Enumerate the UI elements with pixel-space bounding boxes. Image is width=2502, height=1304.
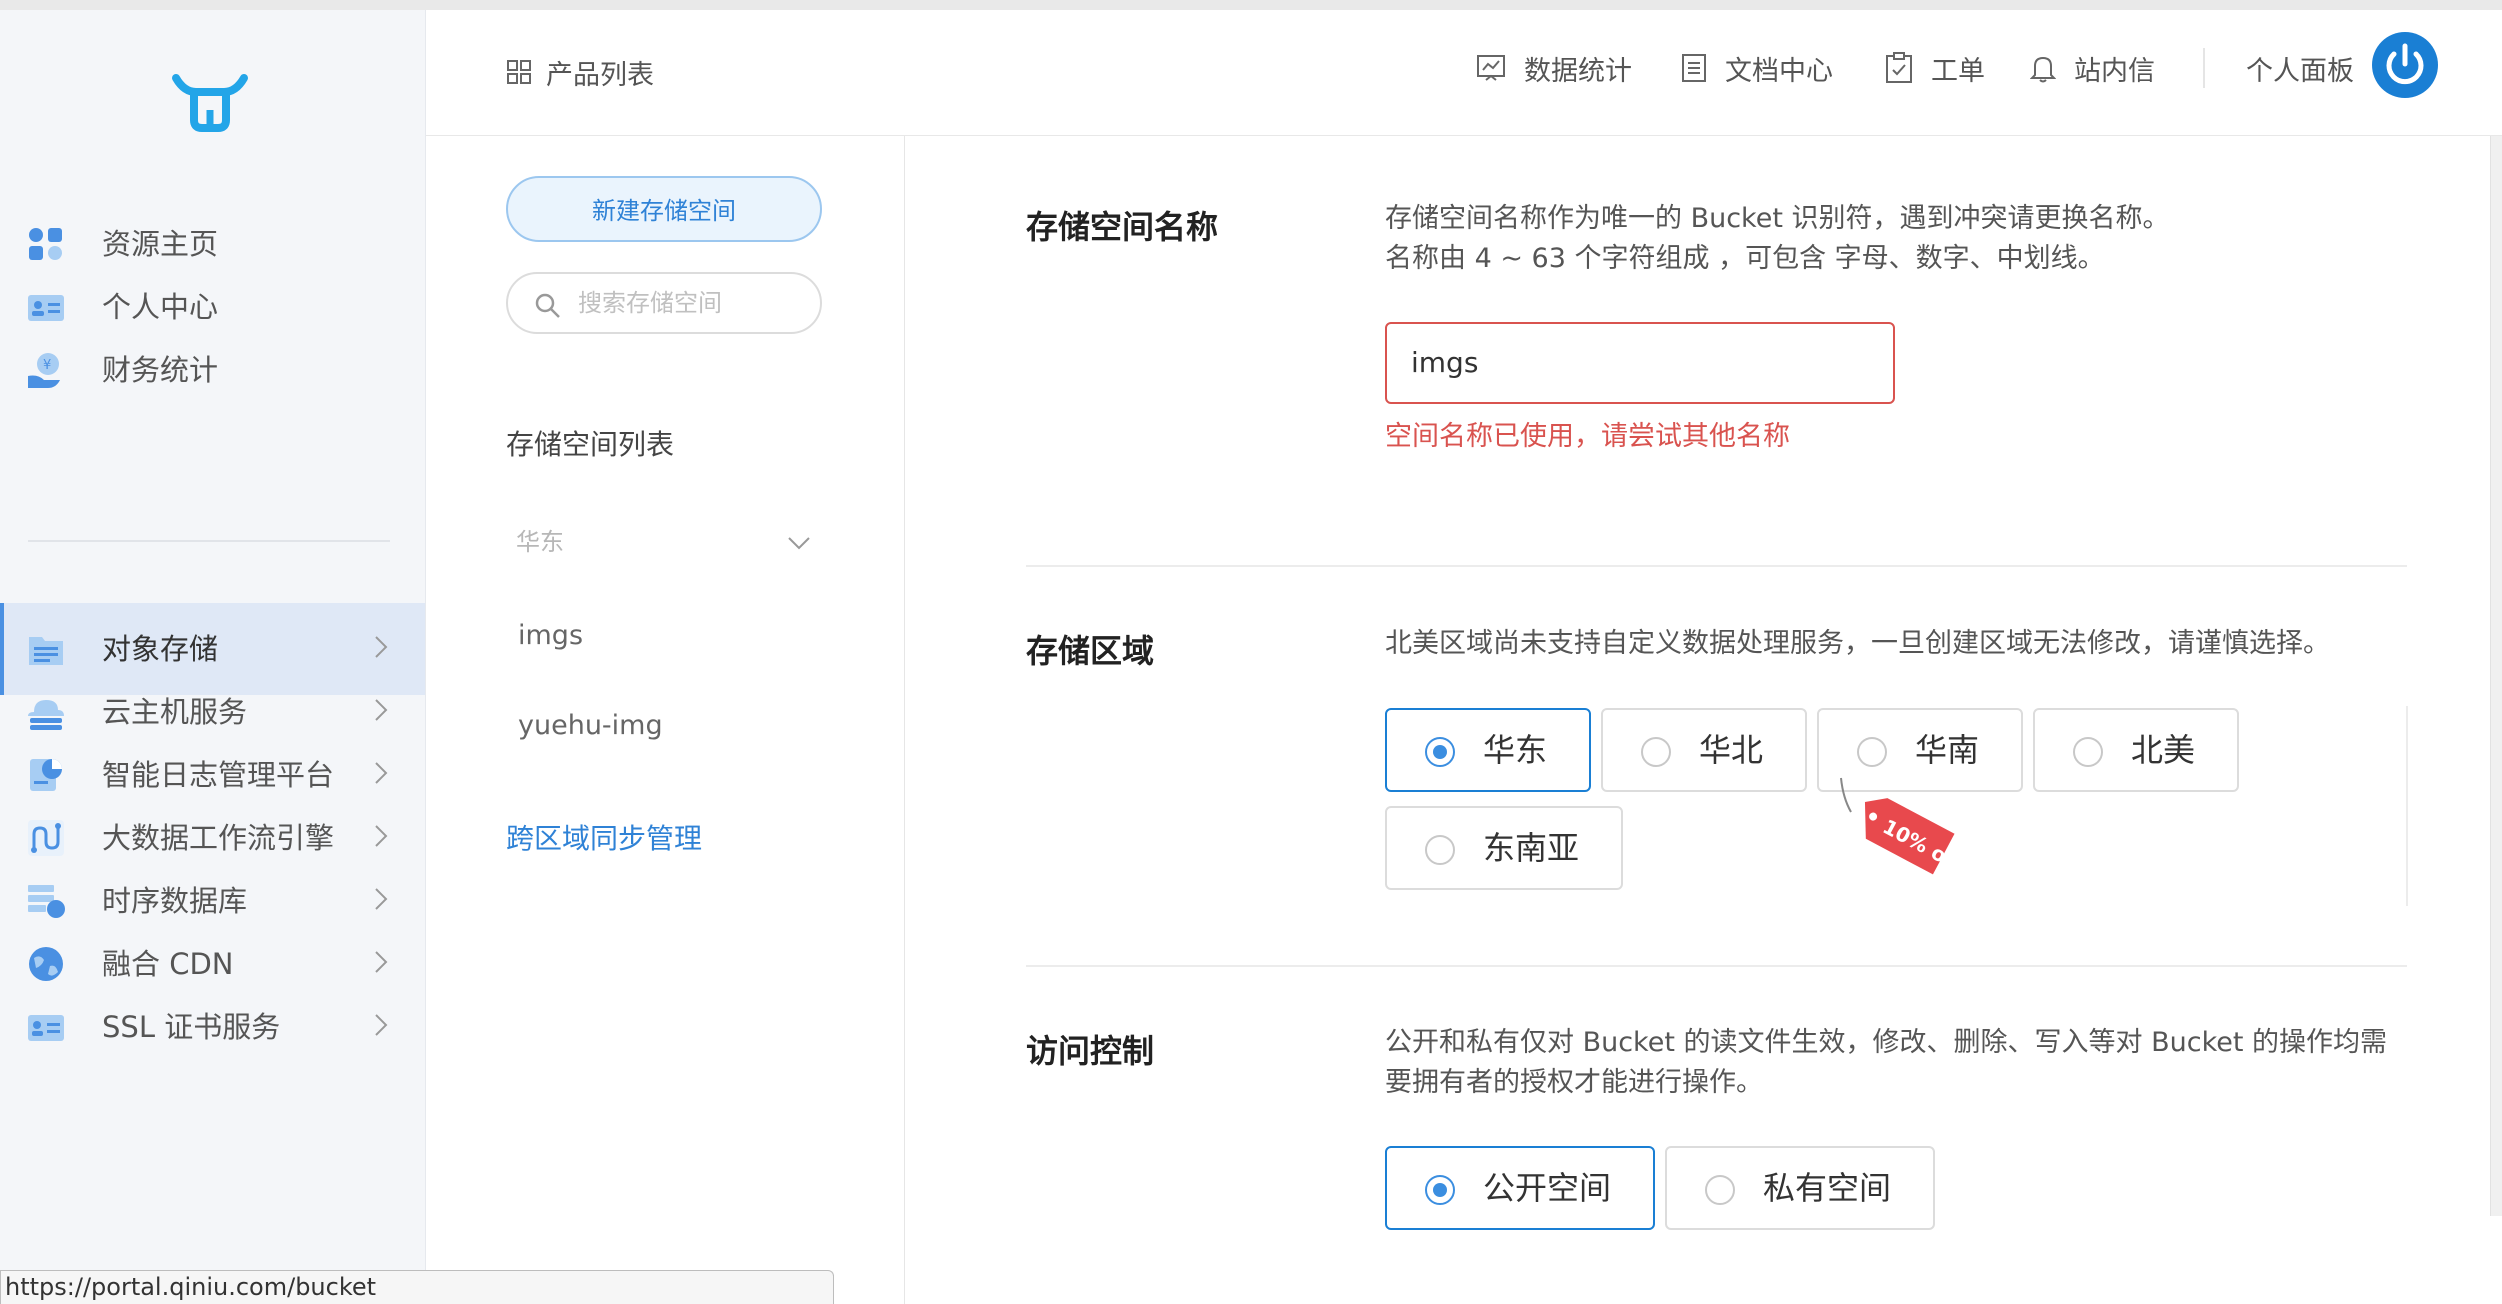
radio-dot [1641, 737, 1671, 767]
radio-dot [1705, 1175, 1735, 1205]
workflow-icon [28, 820, 64, 856]
bucket-name-error: 空间名称已使用，请尝试其他名称 [1385, 421, 1790, 452]
chevron-right-icon [375, 1014, 388, 1036]
region-right-border [2406, 706, 2408, 906]
finance-icon: ¥ [28, 353, 60, 388]
radio-label: 华北 [1699, 731, 1764, 769]
nav-label: 工单 [1931, 55, 1985, 87]
promo-tag-icon: 10% off [1840, 777, 1966, 876]
chevron-right-icon [375, 699, 388, 721]
chevron-right-icon [375, 951, 388, 973]
personal-panel-label: 个人面板 [2246, 55, 2354, 87]
radio-label: 北美 [2131, 731, 2196, 769]
status-url-bar: https://portal.qiniu.com/bucket [0, 1270, 834, 1304]
power-icon [2386, 43, 2424, 85]
product-list-button[interactable]: 产品列表 [506, 52, 654, 92]
resource-home-icon [29, 228, 62, 260]
avatar[interactable] [2372, 32, 2438, 98]
nav-label: 文档中心 [1725, 55, 1833, 87]
radio-label: 华东 [1483, 731, 1548, 769]
nav-label: 数据统计 [1524, 55, 1632, 87]
cross-region-sync-link[interactable]: 跨区域同步管理 [506, 817, 702, 857]
nav-data-stats[interactable]: 数据统计 [1476, 46, 1632, 90]
section-divider [1026, 965, 2407, 967]
chevron-right-icon [375, 888, 388, 910]
chart-icon [1477, 55, 1505, 81]
tsdb-icon [28, 885, 65, 918]
region-option-north-america[interactable]: 北美 [2033, 708, 2239, 792]
region-option-east-china[interactable]: 华东 [1385, 708, 1591, 792]
bucket-name-desc-1: 存储空间名称作为唯一的 Bucket 识别符，遇到冲突请更换名称。 [1385, 203, 2170, 234]
chevron-right-icon [375, 636, 388, 658]
sidebar-item-label: 财务统计 [102, 353, 219, 387]
bucket-list-panel: 新建存储空间 搜索存储空间 存储空间列表 华东 imgs yuehu-img 跨… [426, 136, 905, 1304]
top-header: 产品列表 数据统计 文档中心 工单 站内信 个人面板 [426, 10, 2502, 136]
region-title: 存储区域 [1026, 632, 1155, 670]
access-option-private[interactable]: 私有空间 [1665, 1146, 1935, 1230]
ticket-icon [1886, 52, 1912, 83]
region-desc: 北美区域尚未支持自定义数据处理服务，一旦创建区域无法修改，请谨慎选择。 [1385, 628, 2330, 659]
bucket-name-input[interactable]: imgs [1385, 322, 1895, 404]
radio-label: 私有空间 [1763, 1169, 1892, 1207]
bucket-name-desc-2: 名称由 4 ~ 63 个字符组成 ，可包含 字母、数字、中划线。 [1385, 243, 2105, 274]
qiniu-logo-icon[interactable] [170, 70, 250, 140]
nav-docs[interactable]: 文档中心 [1681, 46, 1833, 90]
region-option-north-china[interactable]: 华北 [1601, 708, 1807, 792]
product-list-label: 产品列表 [546, 59, 654, 91]
sidebar-divider [28, 540, 390, 542]
object-storage-icon [29, 637, 63, 665]
sidebar: 资源主页 个人中心 ¥ 财务统计 对象存储 云主机服务 智能日志管理平台 大数据… [0, 10, 426, 1304]
nav-messages[interactable]: 站内信 [2030, 46, 2155, 90]
region-filter-select[interactable]: 华东 [506, 514, 822, 570]
region-option-southeast-asia[interactable]: 东南亚 [1385, 806, 1623, 890]
ssl-icon [28, 1015, 64, 1041]
nav-ticket[interactable]: 工单 [1885, 46, 1985, 90]
chevron-right-icon [375, 825, 388, 847]
search-icon [535, 293, 560, 318]
bucket-item[interactable]: yuehu-img [518, 710, 663, 741]
access-desc-1: 公开和私有仅对 Bucket 的读文件生效，修改、删除、写入等对 Bucket … [1385, 1027, 2388, 1058]
radio-dot [1425, 737, 1455, 767]
bell-icon [2030, 56, 2056, 83]
document-icon [1682, 54, 1706, 82]
radio-dot [1425, 1175, 1455, 1205]
personal-center-icon [28, 295, 64, 321]
sidebar-item-finance[interactable]: ¥ 财务统计 [0, 324, 425, 416]
grid-icon [507, 60, 531, 84]
radio-dot [2073, 737, 2103, 767]
log-platform-icon [30, 759, 62, 791]
radio-dot [1857, 737, 1887, 767]
radio-dot [1425, 835, 1455, 865]
cdn-icon [29, 947, 63, 981]
access-option-public[interactable]: 公开空间 [1385, 1146, 1655, 1230]
access-desc-2: 要拥有者的授权才能进行操作。 [1385, 1067, 1763, 1098]
cloud-host-icon [28, 700, 64, 730]
svg-text:¥: ¥ [43, 358, 51, 373]
region-filter-value: 华东 [516, 528, 564, 556]
vertical-scrollbar[interactable] [2490, 136, 2502, 1216]
window-top-border [0, 0, 2502, 10]
chevron-right-icon [375, 762, 388, 784]
chevron-down-icon [788, 537, 810, 550]
personal-panel-link[interactable]: 个人面板 [2246, 46, 2354, 90]
bucket-search-input[interactable]: 搜索存储空间 [506, 272, 822, 334]
nav-label: 站内信 [2074, 55, 2155, 87]
radio-label: 公开空间 [1483, 1169, 1612, 1207]
search-placeholder: 搜索存储空间 [578, 289, 722, 317]
header-separator [2203, 48, 2205, 88]
radio-label: 东南亚 [1483, 829, 1580, 867]
bucket-name-title: 存储空间名称 [1026, 208, 1219, 246]
access-control-title: 访问控制 [1026, 1032, 1155, 1070]
section-divider [1026, 565, 2407, 567]
create-bucket-form: 存储空间名称 存储空间名称作为唯一的 Bucket 识别符，遇到冲突请更换名称。… [905, 136, 2502, 1304]
new-bucket-button[interactable]: 新建存储空间 [506, 176, 822, 242]
sidebar-item-label: SSL 证书服务 [102, 1010, 281, 1044]
bucket-item[interactable]: imgs [518, 620, 583, 651]
bucket-list-title: 存储空间列表 [506, 428, 675, 461]
sidebar-item-ssl[interactable]: SSL 证书服务 [0, 981, 425, 1073]
